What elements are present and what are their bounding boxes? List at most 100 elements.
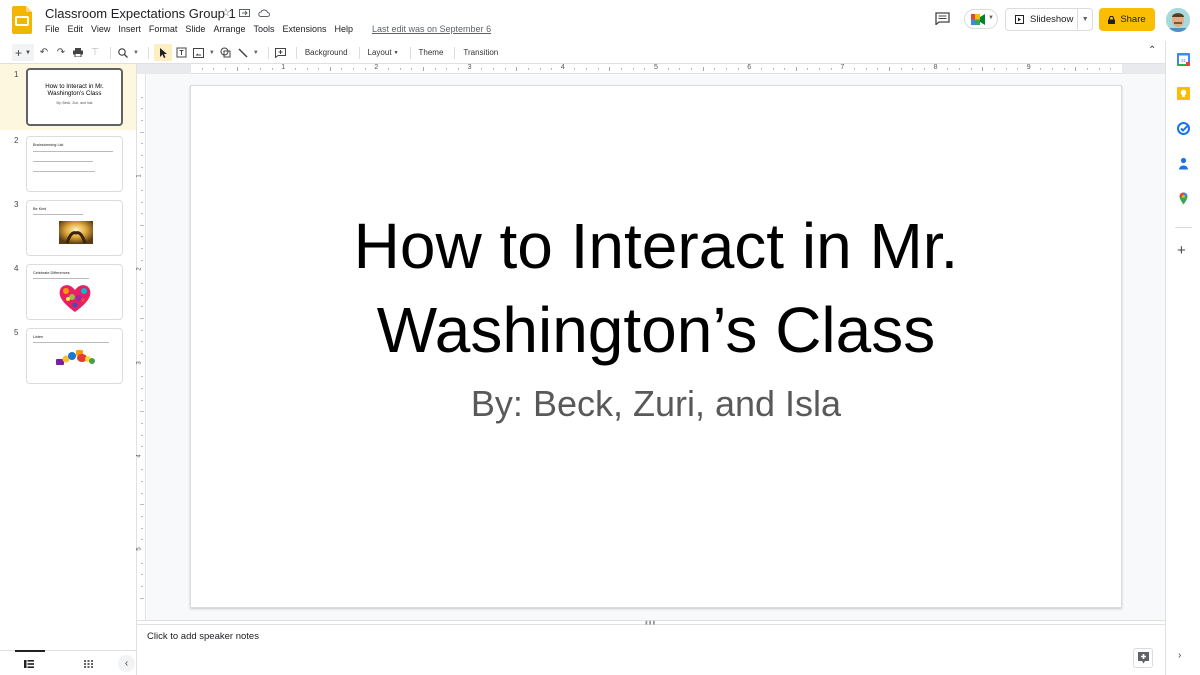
- slide-thumbnail[interactable]: Listen: [26, 328, 123, 384]
- thumbnail-heading: Listen: [33, 335, 44, 339]
- menu-help[interactable]: Help: [335, 24, 354, 34]
- ruler-tick: [141, 166, 143, 168]
- filmstrip-slide-1[interactable]: 1 How to Interact in Mr. Washington's Cl…: [0, 64, 136, 130]
- share-button[interactable]: Share: [1099, 8, 1155, 31]
- active-view-indicator: [15, 650, 45, 652]
- ruler-tick: [423, 67, 424, 71]
- keep-icon[interactable]: [1177, 87, 1190, 100]
- ruler-tick: [621, 68, 623, 70]
- image-dropdown-icon[interactable]: ▼: [209, 50, 215, 56]
- slide-thumbnail[interactable]: Brainstorming List: [26, 136, 123, 192]
- filmstrip-slide-2[interactable]: 2 Brainstorming List: [0, 132, 136, 193]
- slideshow-button-group: Slideshow ▼: [1005, 8, 1093, 31]
- slide-subtitle[interactable]: By: Beck, Zuri, and Isla: [191, 383, 1121, 425]
- menu-slide[interactable]: Slide: [185, 24, 205, 34]
- ruler-tick: [141, 306, 143, 308]
- ruler-tick: [141, 481, 143, 483]
- menu-arrange[interactable]: Arrange: [213, 24, 245, 34]
- ruler-tick: [1110, 68, 1112, 70]
- shape-icon[interactable]: [219, 44, 233, 61]
- ruler-tick: [1005, 68, 1007, 70]
- menu-bar: File Edit View Insert Format Slide Arran…: [45, 24, 361, 34]
- ruler-number: 3: [136, 360, 143, 365]
- menu-tools[interactable]: Tools: [253, 24, 274, 34]
- thumbnail-text-line: [33, 151, 113, 152]
- ruler-tick: [141, 422, 143, 424]
- theme-button[interactable]: Theme: [416, 44, 447, 61]
- menu-extensions[interactable]: Extensions: [282, 24, 326, 34]
- zoom-dropdown-icon[interactable]: ▼: [133, 50, 139, 56]
- print-icon[interactable]: [71, 44, 85, 61]
- thumbnail-subtitle: By: Beck, Zuri, and Isla: [56, 101, 93, 105]
- filmstrip-slide-4[interactable]: 4 Celebrate Differences: [0, 260, 136, 321]
- slideshow-options-dropdown[interactable]: ▼: [1078, 16, 1092, 23]
- slide-thumbnail[interactable]: How to Interact in Mr. Washington's Clas…: [26, 68, 123, 126]
- user-avatar[interactable]: [1166, 8, 1190, 32]
- contacts-icon[interactable]: [1177, 157, 1190, 170]
- show-side-panel-chevron-right-icon[interactable]: ›: [1178, 650, 1181, 661]
- thumbnail-heading: Brainstorming List: [33, 143, 64, 147]
- ruler-tick: [609, 67, 611, 71]
- slide-thumbnail[interactable]: Celebrate Differences: [26, 264, 123, 320]
- cloud-saved-icon[interactable]: [258, 8, 270, 17]
- slideshow-label: Slideshow: [1030, 14, 1074, 25]
- ruler-tick: [516, 67, 518, 71]
- thumbnail-text-line: [33, 214, 83, 215]
- layout-button[interactable]: Layout ▼: [365, 44, 402, 61]
- document-title[interactable]: Classroom Expectations Group 1: [45, 6, 236, 21]
- menu-insert[interactable]: Insert: [118, 24, 141, 34]
- filmstrip-view-icon[interactable]: [24, 660, 34, 668]
- slide-title[interactable]: How to Interact in Mr. Washington’s Clas…: [191, 204, 1121, 372]
- get-add-ons-plus-icon[interactable]: +: [1177, 243, 1186, 258]
- text-box-icon[interactable]: [175, 44, 189, 61]
- toolbar-divider: [358, 46, 360, 59]
- slideshow-button[interactable]: Slideshow: [1006, 9, 1079, 30]
- speaker-notes[interactable]: Click to add speaker notes: [147, 631, 259, 642]
- star-icon[interactable]: ☆: [221, 6, 231, 19]
- filmstrip-slide-3[interactable]: 3 Be Kind: [0, 196, 136, 257]
- speech-bubbles-image: [56, 350, 95, 365]
- ruler-tick: [141, 434, 143, 436]
- last-edit-link[interactable]: Last edit was on September 6: [372, 24, 491, 34]
- line-icon[interactable]: [236, 44, 250, 61]
- slide-editor[interactable]: How to Interact in Mr. Washington’s Clas…: [190, 85, 1122, 608]
- grid-view-icon[interactable]: [84, 660, 93, 668]
- ruler-tick: [141, 352, 143, 354]
- ruler-tick: [714, 68, 716, 70]
- new-slide-button[interactable]: + ▼: [12, 44, 34, 61]
- add-comment-icon[interactable]: [274, 44, 288, 61]
- toolbar-divider: [409, 46, 411, 59]
- drag-handle-icon[interactable]: ▮▮▮: [645, 620, 656, 626]
- comment-history-icon[interactable]: [935, 12, 950, 25]
- select-tool-icon[interactable]: [153, 44, 172, 61]
- paint-format-icon[interactable]: ⊤: [88, 44, 102, 61]
- slide-number: 1: [14, 70, 19, 79]
- slides-logo-icon[interactable]: [12, 6, 32, 34]
- transition-button[interactable]: Transition: [460, 44, 501, 61]
- ruler-tick: [492, 68, 494, 70]
- hide-menus-chevron-up-icon[interactable]: ⌃: [1148, 45, 1156, 56]
- menu-format[interactable]: Format: [149, 24, 178, 34]
- meet-button[interactable]: ▼: [964, 9, 998, 29]
- ruler-tick: [248, 68, 250, 70]
- filmstrip-slide-5[interactable]: 5 Listen: [0, 324, 136, 385]
- collapse-filmstrip-chevron-left-icon[interactable]: ‹: [118, 655, 135, 672]
- menu-file[interactable]: File: [45, 24, 60, 34]
- background-button[interactable]: Background: [302, 44, 351, 61]
- ruler-tick: [504, 68, 506, 70]
- redo-icon[interactable]: ↷: [54, 44, 68, 61]
- slide-thumbnail[interactable]: Be Kind: [26, 200, 123, 256]
- explore-button[interactable]: [1133, 648, 1153, 668]
- insert-image-icon[interactable]: [192, 44, 206, 61]
- ruler-number: 4: [136, 454, 143, 458]
- maps-icon[interactable]: [1177, 192, 1190, 205]
- zoom-icon[interactable]: [116, 44, 130, 61]
- menu-view[interactable]: View: [91, 24, 110, 34]
- ruler-tick: [141, 492, 143, 494]
- menu-edit[interactable]: Edit: [68, 24, 84, 34]
- undo-icon[interactable]: ↶: [37, 44, 51, 61]
- calendar-icon[interactable]: 31: [1177, 53, 1190, 66]
- tasks-icon[interactable]: [1177, 122, 1190, 135]
- move-folder-icon[interactable]: [239, 8, 250, 17]
- line-dropdown-icon[interactable]: ▼: [253, 50, 259, 56]
